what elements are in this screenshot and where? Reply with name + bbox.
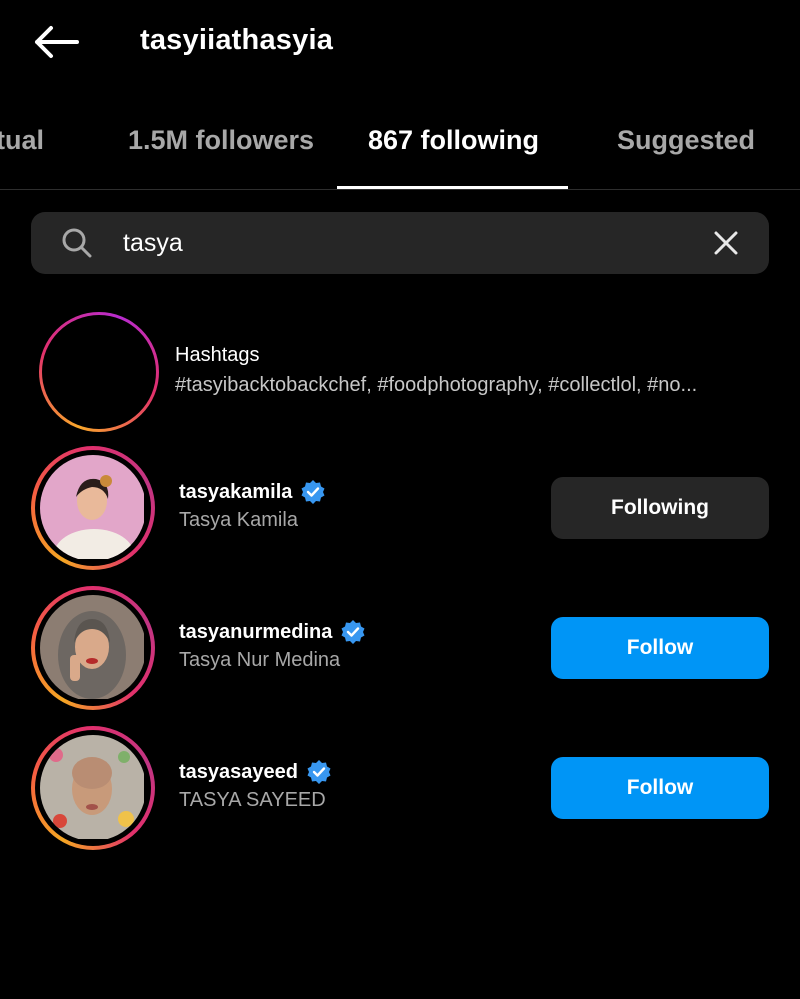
hashtags-subtitle: #tasyibacktobackchef, #foodphotography, …: [175, 374, 698, 396]
search-bar: [31, 212, 769, 274]
account-full-name: TASYA SAYEED: [179, 789, 326, 811]
close-icon[interactable]: [711, 228, 741, 258]
list-item[interactable]: tasyasayeed TASYA SAYEED Follow: [0, 726, 800, 850]
tab-suggested[interactable]: Suggested: [617, 125, 755, 156]
hashtags-title: Hashtags: [175, 344, 260, 366]
avatar[interactable]: [40, 595, 146, 701]
avatar[interactable]: [40, 735, 146, 841]
profile-username: tasyiiathasyia: [140, 24, 334, 56]
account-full-name: Tasya Kamila: [179, 509, 298, 531]
username-text: tasyanurmedina: [179, 620, 333, 643]
tab-followers[interactable]: 1.5M followers: [128, 125, 314, 156]
story-ring: [31, 586, 155, 710]
top-bar: tasyiiathasyia: [0, 0, 800, 88]
tab-following[interactable]: 867 following: [368, 125, 539, 156]
search-input[interactable]: [123, 222, 683, 264]
active-tab-indicator: [337, 186, 568, 189]
back-button[interactable]: [28, 20, 84, 64]
following-button[interactable]: Following: [551, 477, 769, 539]
account-username: tasyasayeed: [179, 759, 332, 785]
avatar[interactable]: [40, 455, 146, 561]
account-username: tasyanurmedina: [179, 619, 366, 645]
arrow-left-icon: [35, 26, 79, 58]
hashtag-icon: [69, 342, 129, 402]
account-full-name: Tasya Nur Medina: [179, 649, 341, 671]
story-ring: [31, 726, 155, 850]
follow-button[interactable]: Follow: [551, 757, 769, 819]
verified-badge-icon: [341, 620, 365, 644]
verified-badge-icon: [307, 760, 331, 784]
follow-button[interactable]: Follow: [551, 617, 769, 679]
hashtag-avatar: [39, 312, 159, 432]
list-item[interactable]: tasyanurmedina Tasya Nur Medina Follow: [0, 586, 800, 710]
verified-badge-icon: [301, 480, 325, 504]
hashtags-row[interactable]: Hashtags #tasyibacktobackchef, #foodphot…: [0, 312, 800, 436]
search-icon: [62, 228, 92, 258]
story-ring: [31, 446, 155, 570]
username-text: tasyasayeed: [179, 760, 298, 783]
list-item[interactable]: tasyakamila Tasya Kamila Following: [0, 446, 800, 570]
tab-bar: tual 1.5M followers 867 following Sugges…: [0, 100, 800, 190]
tab-mutual[interactable]: tual: [0, 125, 44, 156]
account-username: tasyakamila: [179, 479, 326, 505]
username-text: tasyakamila: [179, 480, 293, 503]
